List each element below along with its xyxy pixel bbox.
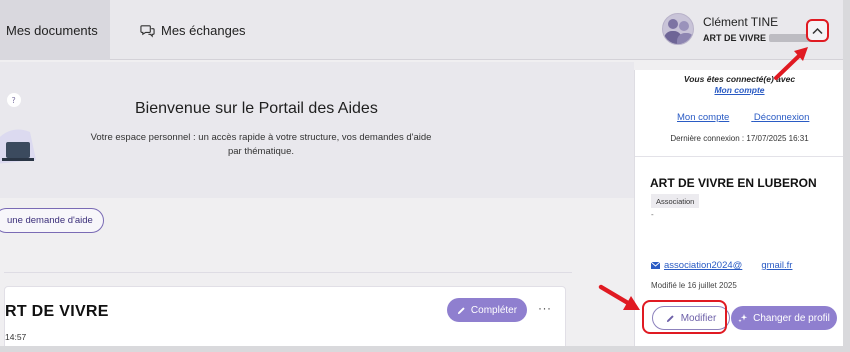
complete-button[interactable]: Compléter (447, 298, 527, 322)
user-menu-toggle-button[interactable] (806, 19, 829, 42)
pencil-icon (457, 306, 465, 314)
user-menu[interactable]: Clément TINE ART DE VIVRE (662, 13, 822, 45)
divider (4, 272, 572, 273)
app-window: Mes documents Mes échanges Clément TINE … (0, 0, 850, 352)
complete-button-label: Compléter (470, 304, 518, 316)
new-request-label: une demande d'aide (7, 215, 93, 226)
illustration-laptop-icon: ? (0, 93, 36, 164)
user-org: ART DE VIVRE (703, 33, 822, 43)
organization-type-badge: Association (651, 194, 700, 208)
window-edge (0, 346, 850, 352)
tab-label: Mes documents (6, 22, 98, 38)
envelope-icon (651, 262, 660, 269)
email-part-2: gmail.fr (761, 260, 793, 271)
organization-email-link[interactable]: association2024@ gmail.fr (651, 260, 792, 271)
annotation-arrow-icon (774, 47, 808, 80)
modified-date: Modifié le 16 juillet 2025 (651, 281, 737, 290)
new-request-button[interactable]: une demande d'aide (0, 208, 104, 233)
request-card-title: RT DE VIVRE (5, 303, 109, 320)
my-account-link[interactable]: Mon compte (635, 85, 844, 95)
switch-profile-label: Changer de profil (753, 312, 830, 324)
window-edge (843, 0, 850, 352)
tab-mes-echanges[interactable]: Mes échanges (140, 0, 246, 60)
chevron-up-icon (812, 27, 823, 34)
sparkle-icon (738, 314, 748, 323)
chat-bubbles-icon (140, 24, 155, 37)
user-name: Clément TINE (703, 15, 779, 29)
divider (635, 156, 844, 157)
user-org-label: ART DE VIVRE (703, 33, 767, 43)
connected-as-text: Vous êtes connecté(e) avec (635, 74, 844, 84)
request-card: RT DE VIVRE 14:57 Compléter ··· (4, 286, 566, 352)
welcome-description: Votre espace personnel : un accès rapide… (90, 132, 432, 157)
connected-as-label: Vous êtes connecté(e) (683, 74, 774, 84)
user-identity: Clément TINE ART DE VIVRE (703, 15, 822, 43)
tab-label: Mes échanges (161, 22, 246, 38)
account-links: Mon compte Déconnexion (677, 112, 831, 123)
switch-profile-button[interactable]: Changer de profil (731, 306, 837, 330)
welcome-title: Bienvenue sur le Portail des Aides (135, 100, 378, 117)
top-navigation-bar: Mes documents Mes échanges Clément TINE … (0, 0, 850, 60)
email-part-1: association2024@ (664, 260, 743, 271)
avatar (662, 13, 694, 45)
svg-text:?: ? (12, 96, 16, 105)
more-options-icon[interactable]: ··· (538, 301, 552, 315)
welcome-banner: ? Bienvenue sur le Portail des Aides Vot… (0, 62, 634, 198)
organization-name: ART DE VIVRE EN LUBERON (650, 176, 817, 190)
organization-note: - (651, 210, 654, 219)
logout-link[interactable]: Déconnexion (754, 112, 809, 123)
account-link[interactable]: Mon compte (677, 112, 729, 123)
tab-mes-documents[interactable]: Mes documents (0, 0, 110, 60)
last-login: Dernière connexion : 17/07/2025 16:31 (670, 134, 809, 143)
highlight-box (642, 300, 727, 334)
request-card-time: 14:57 (5, 332, 27, 342)
annotation-arrow-icon (598, 284, 640, 310)
